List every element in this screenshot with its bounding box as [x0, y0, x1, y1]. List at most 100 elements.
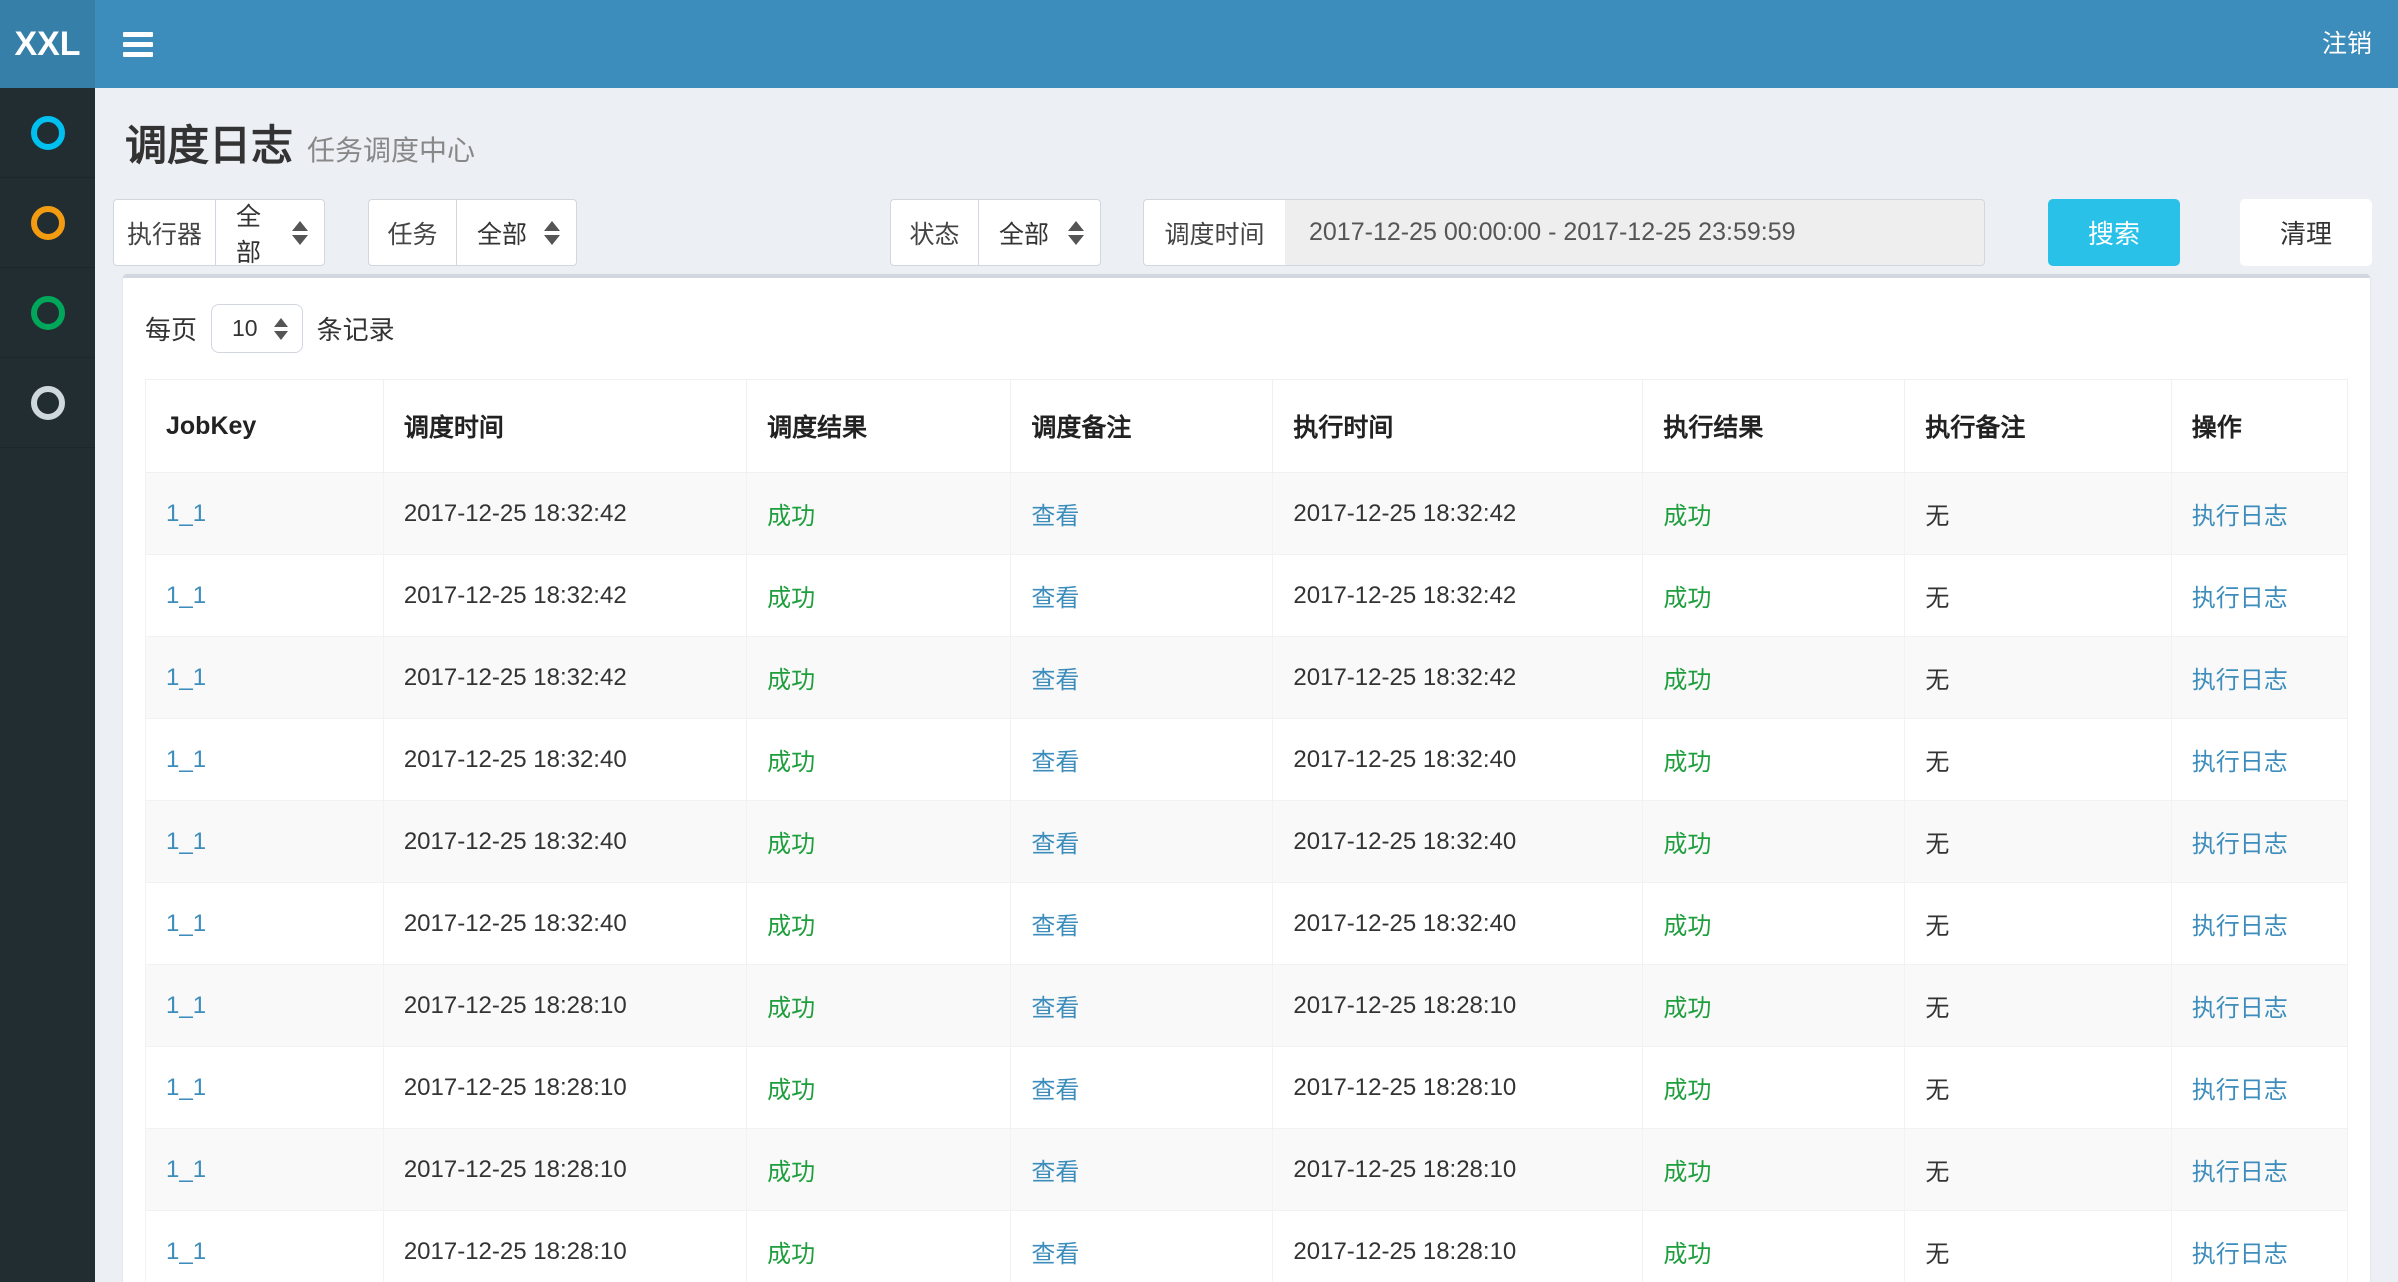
exec-log-link[interactable]: 执行日志 [2192, 831, 2288, 858]
jobkey-link[interactable]: 1_1 [166, 1156, 206, 1183]
table-row: 1_12017-12-25 18:32:42成功查看2017-12-25 18:… [146, 637, 2348, 719]
exec-log-link-cell: 执行日志 [2171, 1047, 2347, 1129]
view-link[interactable]: 查看 [1031, 585, 1079, 612]
exec-log-link[interactable]: 执行日志 [2192, 1159, 2288, 1186]
trigger-result-cell-cell: 成功 [747, 801, 1011, 883]
trigger-time-cell-cell: 2017-12-25 18:32:40 [383, 719, 746, 801]
handle-time-cell-cell: 2017-12-25 18:28:10 [1273, 1211, 1643, 1282]
view-link-cell: 查看 [1011, 965, 1273, 1047]
exec-log-link[interactable]: 执行日志 [2192, 667, 2288, 694]
view-link[interactable]: 查看 [1031, 503, 1079, 530]
jobkey-link-cell: 1_1 [146, 719, 384, 801]
column-header-2: 调度结果 [747, 380, 1011, 473]
exec-log-link[interactable]: 执行日志 [2192, 913, 2288, 940]
trigger-time-cell-cell: 2017-12-25 18:28:10 [383, 1047, 746, 1129]
jobkey-link[interactable]: 1_1 [166, 500, 206, 527]
view-link-cell: 查看 [1011, 637, 1273, 719]
trigger-result-cell-cell: 成功 [747, 965, 1011, 1047]
handle-time-cell-cell: 2017-12-25 18:32:42 [1273, 555, 1643, 637]
trigger-result-cell-cell: 成功 [747, 719, 1011, 801]
circle-icon [31, 206, 65, 240]
jobkey-link-cell: 1_1 [146, 473, 384, 555]
job-filter-value: 全部 [477, 215, 527, 251]
trigger-result-cell-cell: 成功 [747, 637, 1011, 719]
exec-log-link[interactable]: 执行日志 [2192, 585, 2288, 612]
handle-remark-cell-cell: 无 [1905, 1211, 2171, 1282]
handle-time-cell-cell: 2017-12-25 18:28:10 [1273, 1047, 1643, 1129]
exec-log-link-cell: 执行日志 [2171, 719, 2347, 801]
exec-log-link[interactable]: 执行日志 [2192, 1077, 2288, 1104]
sidebar-item-job-manage[interactable] [0, 178, 95, 268]
sidebar-item-dashboard[interactable] [0, 88, 95, 178]
trigger-result-cell-cell: 成功 [747, 1211, 1011, 1282]
status-filter-select[interactable]: 全部 [978, 199, 1101, 266]
sidebar-item-executor-manage[interactable] [0, 358, 95, 448]
view-link[interactable]: 查看 [1031, 831, 1079, 858]
job-filter-select[interactable]: 全部 [456, 199, 577, 266]
sidebar [0, 88, 95, 1282]
jobkey-link[interactable]: 1_1 [166, 1238, 206, 1265]
handle-time-cell-cell: 2017-12-25 18:32:42 [1273, 637, 1643, 719]
jobkey-link[interactable]: 1_1 [166, 992, 206, 1019]
view-link[interactable]: 查看 [1031, 1159, 1079, 1186]
select-arrows-icon [274, 318, 288, 340]
handle-result-cell-cell: 成功 [1643, 801, 1905, 883]
view-link[interactable]: 查看 [1031, 749, 1079, 776]
handle-time-cell-cell: 2017-12-25 18:32:42 [1273, 473, 1643, 555]
jobkey-link[interactable]: 1_1 [166, 664, 206, 691]
job-filter-group: 任务 全部 [368, 199, 577, 266]
jobkey-link[interactable]: 1_1 [166, 1074, 206, 1101]
trigger-time-cell-cell: 2017-12-25 18:28:10 [383, 965, 746, 1047]
sidebar-toggle-button[interactable] [95, 0, 180, 88]
handle-remark-cell-cell: 无 [1905, 801, 2171, 883]
table-row: 1_12017-12-25 18:28:10成功查看2017-12-25 18:… [146, 1129, 2348, 1211]
exec-log-link[interactable]: 执行日志 [2192, 503, 2288, 530]
column-header-4: 执行时间 [1273, 380, 1643, 473]
search-button[interactable]: 搜索 [2048, 199, 2180, 266]
view-link[interactable]: 查看 [1031, 995, 1079, 1022]
handle-time-cell-cell: 2017-12-25 18:28:10 [1273, 965, 1643, 1047]
exec-log-link[interactable]: 执行日志 [2192, 995, 2288, 1022]
view-link-cell: 查看 [1011, 555, 1273, 637]
jobkey-link-cell: 1_1 [146, 965, 384, 1047]
executor-filter-group: 执行器 全部 [113, 199, 325, 266]
page-title: 调度日志 [125, 112, 293, 173]
jobkey-link[interactable]: 1_1 [166, 746, 206, 773]
view-link[interactable]: 查看 [1031, 913, 1079, 940]
jobkey-link[interactable]: 1_1 [166, 828, 206, 855]
trigger-time-range-input[interactable] [1285, 199, 1985, 266]
handle-remark-cell-cell: 无 [1905, 1047, 2171, 1129]
view-link[interactable]: 查看 [1031, 1241, 1079, 1268]
table-row: 1_12017-12-25 18:28:10成功查看2017-12-25 18:… [146, 965, 2348, 1047]
sidebar-item-job-log[interactable] [0, 268, 95, 358]
jobkey-link[interactable]: 1_1 [166, 582, 206, 609]
clear-button[interactable]: 清理 [2240, 199, 2372, 266]
view-link[interactable]: 查看 [1031, 667, 1079, 694]
table-row: 1_12017-12-25 18:28:10成功查看2017-12-25 18:… [146, 1211, 2348, 1282]
view-link-cell: 查看 [1011, 719, 1273, 801]
jobkey-link[interactable]: 1_1 [166, 910, 206, 937]
exec-log-link[interactable]: 执行日志 [2192, 749, 2288, 776]
page-length-value: 10 [232, 315, 258, 342]
exec-log-link[interactable]: 执行日志 [2192, 1241, 2288, 1268]
jobkey-link-cell: 1_1 [146, 1129, 384, 1211]
handle-result-cell-cell: 成功 [1643, 1129, 1905, 1211]
logout-link[interactable]: 注销 [2322, 0, 2372, 88]
table-header-row: JobKey调度时间调度结果调度备注执行时间执行结果执行备注操作 [146, 380, 2348, 473]
handle-result-cell-cell: 成功 [1643, 1047, 1905, 1129]
length-suffix-label: 条记录 [317, 310, 395, 347]
table-row: 1_12017-12-25 18:32:42成功查看2017-12-25 18:… [146, 555, 2348, 637]
exec-log-link-cell: 执行日志 [2171, 801, 2347, 883]
executor-filter-select[interactable]: 全部 [215, 199, 325, 266]
exec-log-link-cell: 执行日志 [2171, 1129, 2347, 1211]
view-link-cell: 查看 [1011, 473, 1273, 555]
hamburger-icon [123, 27, 153, 62]
handle-result-cell-cell: 成功 [1643, 965, 1905, 1047]
handle-remark-cell-cell: 无 [1905, 719, 2171, 801]
status-filter-value: 全部 [999, 215, 1049, 251]
page-length-select[interactable]: 10 [211, 304, 303, 353]
circle-icon [31, 116, 65, 150]
view-link-cell: 查看 [1011, 883, 1273, 965]
view-link[interactable]: 查看 [1031, 1077, 1079, 1104]
executor-filter-value: 全部 [236, 197, 282, 269]
